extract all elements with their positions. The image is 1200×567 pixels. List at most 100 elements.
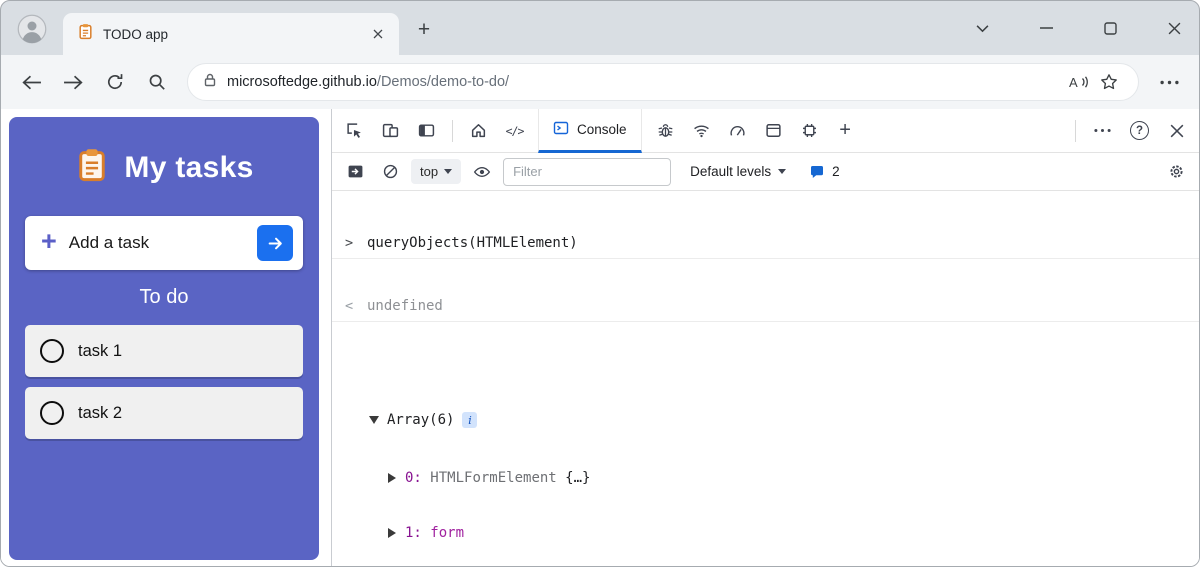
- app-header: My tasks: [9, 117, 319, 208]
- activity-bar-icon[interactable]: [410, 114, 443, 147]
- address-bar[interactable]: microsoftedge.github.io/Demos/demo-to-do…: [187, 63, 1139, 101]
- console-command-text: queryObjects(HTMLElement): [367, 235, 578, 251]
- console-result-row: < undefined: [332, 291, 1199, 322]
- inspect-element-icon[interactable]: [338, 114, 371, 147]
- cpu-chip-icon[interactable]: [793, 114, 826, 147]
- result-arrow-icon: <: [345, 298, 354, 314]
- close-devtools-icon[interactable]: [1160, 114, 1193, 147]
- favorites-star-icon[interactable]: [1094, 67, 1124, 97]
- tab-console[interactable]: Console: [538, 108, 642, 153]
- submit-task-button[interactable]: [257, 225, 293, 261]
- array-header-row[interactable]: Array(6) i: [332, 406, 1199, 434]
- devtools-toolbar: </> Console + ?: [332, 108, 1199, 153]
- console-log: > queryObjects(HTMLElement) < undefined …: [332, 191, 1199, 566]
- url-path: /Demos/demo-to-do/: [376, 74, 510, 90]
- chevron-down-icon: [444, 169, 453, 174]
- console-result-text: undefined: [367, 298, 443, 314]
- entry-key: 0:: [405, 469, 431, 486]
- browser-window: TODO app + microsoftedge.github.io/Demos…: [0, 0, 1200, 567]
- expand-triangle-icon[interactable]: [388, 472, 396, 483]
- close-window-button[interactable]: [1163, 17, 1185, 39]
- main-content: My tasks + Add a task To do task 1 task …: [1, 108, 1199, 566]
- refresh-button[interactable]: [97, 64, 133, 100]
- read-aloud-icon[interactable]: A: [1064, 67, 1094, 97]
- entry-key: 1:: [405, 524, 431, 541]
- tab-close-icon[interactable]: [365, 21, 391, 47]
- log-levels-dropdown[interactable]: Default levels: [690, 164, 787, 179]
- task-label: task 1: [78, 341, 123, 360]
- issues-bubble-icon: [811, 165, 824, 178]
- clear-console-icon[interactable]: [376, 158, 404, 186]
- add-task-button[interactable]: + Add a task: [25, 216, 303, 270]
- devtools-panel: </> Console + ? top Filter Default level…: [331, 108, 1199, 566]
- entry-class: HTMLFormElement: [430, 469, 566, 486]
- entry-preview: {…}: [565, 469, 591, 486]
- new-tab-button[interactable]: +: [411, 17, 437, 43]
- welcome-home-icon[interactable]: [462, 114, 495, 147]
- todo-sidebar: My tasks + Add a task To do task 1 task …: [9, 117, 319, 560]
- chevron-down-icon[interactable]: [971, 17, 993, 39]
- url-text: microsoftedge.github.io/Demos/demo-to-do…: [227, 74, 509, 90]
- search-icon[interactable]: [139, 64, 175, 100]
- console-settings-gear-icon[interactable]: [1162, 158, 1190, 186]
- url-host: microsoftedge.github.io: [227, 74, 377, 90]
- titlebar: TODO app +: [1, 1, 1199, 55]
- console-icon: [553, 120, 569, 139]
- profile-avatar[interactable]: [17, 14, 47, 44]
- forward-button[interactable]: [55, 64, 91, 100]
- toolbar-separator: [452, 119, 453, 142]
- window-controls: [971, 1, 1185, 55]
- clipboard-icon: [74, 147, 110, 188]
- chevron-down-icon: [778, 169, 787, 174]
- log-levels-label: Default levels: [690, 164, 772, 179]
- expand-triangle-icon[interactable]: [388, 527, 396, 538]
- plus-icon: +: [41, 226, 57, 256]
- task-item[interactable]: task 2: [25, 387, 303, 439]
- svg-text:A: A: [1069, 75, 1078, 90]
- collapse-triangle-icon[interactable]: [369, 416, 379, 424]
- task-checkbox[interactable]: [40, 339, 64, 363]
- more-tools-plus-icon[interactable]: +: [829, 114, 862, 147]
- issues-count: 2: [832, 164, 840, 179]
- todo-section-heading: To do: [139, 286, 189, 308]
- browser-tab[interactable]: TODO app: [63, 13, 399, 55]
- context-label: top: [420, 164, 439, 179]
- info-badge[interactable]: i: [462, 412, 478, 428]
- device-emulation-icon[interactable]: [374, 114, 407, 147]
- browser-menu-icon[interactable]: [1151, 64, 1187, 100]
- array-entry-row[interactable]: 1: form: [332, 521, 1199, 544]
- task-item[interactable]: task 1: [25, 325, 303, 377]
- console-sidebar-icon[interactable]: [341, 158, 369, 186]
- help-icon[interactable]: ?: [1123, 114, 1156, 147]
- entry-node: form: [430, 524, 465, 541]
- lock-icon: [202, 72, 218, 93]
- console-tab-label: Console: [577, 121, 627, 137]
- performance-gauge-icon[interactable]: [721, 114, 754, 147]
- array-entry-row[interactable]: 0: HTMLFormElement {…}: [332, 466, 1199, 489]
- console-command-row: > queryObjects(HTMLElement): [332, 228, 1199, 259]
- command-chevron-icon: >: [345, 235, 354, 251]
- live-expression-eye-icon[interactable]: [468, 158, 496, 186]
- task-checkbox[interactable]: [40, 401, 64, 425]
- console-array-output: Array(6) i 0: HTMLFormElement {…} 1: for…: [332, 370, 1199, 566]
- debugger-bug-icon[interactable]: [649, 114, 682, 147]
- application-box-icon[interactable]: [757, 114, 790, 147]
- todo-app-page: My tasks + Add a task To do task 1 task …: [1, 109, 331, 566]
- tab-title: TODO app: [103, 26, 169, 42]
- javascript-context-selector[interactable]: top: [411, 159, 462, 184]
- back-button[interactable]: [13, 64, 49, 100]
- tab-favicon-clipboard-icon: [77, 23, 94, 45]
- task-label: task 2: [78, 403, 123, 422]
- network-wifi-icon[interactable]: [685, 114, 718, 147]
- maximize-button[interactable]: [1099, 17, 1121, 39]
- navigation-bar: microsoftedge.github.io/Demos/demo-to-do…: [1, 55, 1199, 109]
- minimize-button[interactable]: [1035, 17, 1057, 39]
- sources-tab-icon[interactable]: </>: [498, 114, 531, 147]
- issues-counter[interactable]: 2: [809, 164, 840, 180]
- console-toolbar: top Default levels 2: [332, 153, 1199, 191]
- filter-input[interactable]: [503, 157, 672, 186]
- add-task-label: Add a task: [68, 233, 150, 252]
- toolbar-separator: [1075, 119, 1076, 142]
- devtools-toolbar-right: ?: [1069, 114, 1193, 147]
- devtools-menu-icon[interactable]: [1086, 114, 1119, 147]
